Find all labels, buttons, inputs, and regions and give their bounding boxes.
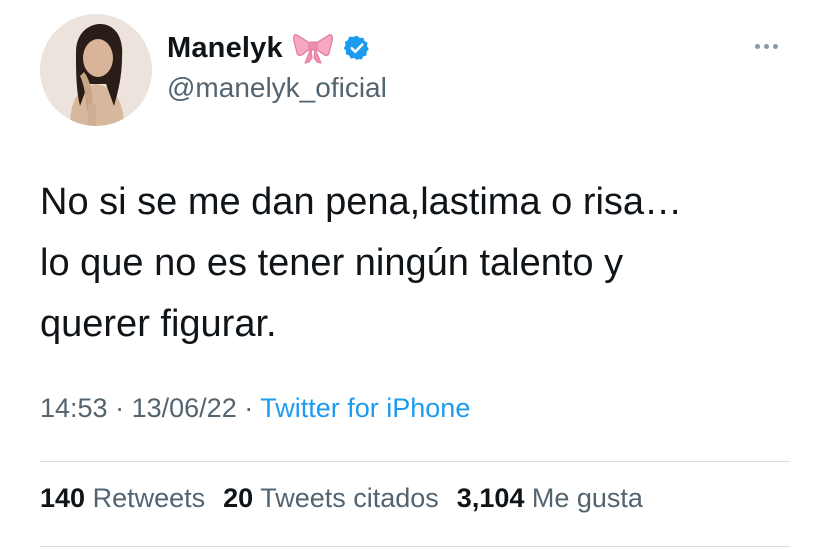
likes-stat[interactable]: 3,104 Me gusta	[457, 483, 643, 514]
tweet-text-line: querer figurar.	[40, 303, 277, 345]
retweets-count: 140	[40, 483, 86, 513]
divider	[40, 461, 790, 462]
bow-emoji-icon	[292, 31, 333, 65]
retweets-label: Retweets	[92, 483, 206, 513]
more-dots-icon	[772, 43, 778, 49]
quote-tweets-stat[interactable]: 20 Tweets citados	[223, 483, 439, 514]
more-dots-icon	[763, 43, 769, 49]
meta-separator: ·	[115, 393, 125, 423]
author-display-name[interactable]: Manelyk	[167, 32, 283, 65]
quote-tweets-count: 20	[223, 483, 254, 513]
author-avatar[interactable]	[40, 14, 152, 126]
tweet-text-line: No si se me dan pena,lastima o risa…	[40, 181, 683, 223]
likes-count: 3,104	[456, 483, 525, 513]
author-handle[interactable]: @manelyk_oficial	[167, 72, 387, 104]
likes-label: Me gusta	[531, 483, 643, 513]
more-options-button[interactable]	[748, 34, 784, 58]
divider	[40, 546, 790, 547]
tweet-text-line: lo que no es tener ningún talento y	[40, 242, 624, 284]
meta-separator: ·	[244, 393, 254, 423]
tweet-text: No si se me dan pena,lastima o risa… lo …	[40, 172, 800, 355]
quote-tweets-label: Tweets citados	[260, 483, 439, 513]
tweet-stats: 140 Retweets 20 Tweets citados 3,104 Me …	[40, 483, 643, 514]
verified-badge-icon	[343, 34, 371, 62]
tweet-source-link[interactable]: Twitter for iPhone	[260, 393, 470, 423]
retweets-stat[interactable]: 140 Retweets	[40, 483, 205, 514]
tweet-date[interactable]: 13/06/22	[132, 393, 237, 423]
tweet-time[interactable]: 14:53	[40, 393, 108, 423]
more-dots-icon	[754, 43, 760, 49]
tweet-meta: 14:53 · 13/06/22 · Twitter for iPhone	[40, 393, 470, 424]
